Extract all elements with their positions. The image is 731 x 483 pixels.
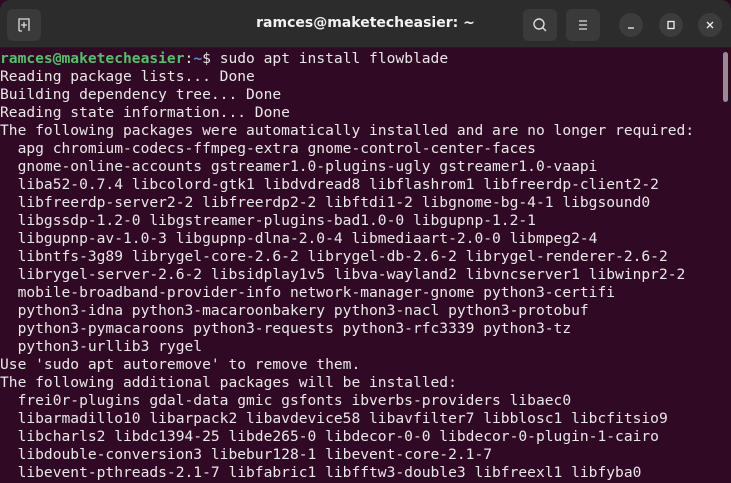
title-bar: ramces@maketecheasier: ~: [0, 0, 731, 48]
minimize-button[interactable]: [619, 13, 643, 37]
output-line: libdouble-conversion3 libebur128-1 libev…: [0, 446, 493, 463]
close-button[interactable]: [698, 13, 722, 37]
output-line: frei0r-plugins gdal-data gmic gsfonts ib…: [0, 392, 572, 409]
maximize-icon: [667, 20, 675, 30]
output-line: mobile-broadband-provider-info network-m…: [0, 284, 616, 301]
minimize-icon: [628, 27, 634, 29]
output-line: Use 'sudo apt autoremove' to remove them…: [0, 356, 361, 373]
output-line: Reading package lists... Done: [0, 68, 255, 85]
output-line: libcharls2 libdc1394-25 libde265-0 libde…: [0, 428, 659, 445]
terminal-window: ramces@maketecheasier: ~ ramces@maketech…: [0, 0, 731, 483]
prompt-line: ramces@maketecheasier:~$ sudo apt instal…: [0, 50, 720, 68]
output-line: libevent-pthreads-2.1-7 libfabric1 libff…: [0, 464, 642, 481]
output-line: python3-urllib3 rygel: [0, 338, 203, 355]
output-line: liba52-0.7.4 libcolord-gtk1 libdvdread8 …: [0, 176, 659, 193]
maximize-button[interactable]: [659, 13, 683, 37]
output-line: python3-idna python3-macaroonbakery pyth…: [0, 302, 589, 319]
output-line: libfreerdp-server2-2 libfreerdp2-2 libft…: [0, 194, 651, 211]
output-line: apg chromium-codecs-ffmpeg-extra gnome-c…: [0, 140, 536, 157]
output-line: python3-pymacaroons python3-requests pyt…: [0, 320, 572, 337]
hamburger-icon: [579, 20, 587, 30]
menu-button[interactable]: [566, 9, 600, 41]
close-icon: [706, 21, 714, 29]
output-line: libarmadillo10 libarpack2 libavdevice58 …: [0, 410, 668, 427]
terminal-output[interactable]: ramces@maketecheasier:~$ sudo apt instal…: [0, 50, 720, 482]
search-button[interactable]: [523, 9, 557, 41]
output-line: libgssdp-1.2-0 libgstreamer-plugins-bad1…: [0, 212, 536, 229]
prompt-path: ~: [193, 50, 203, 67]
command-text: sudo apt install flowblade: [219, 50, 449, 67]
prompt-user: ramces@maketecheasier: [0, 50, 185, 67]
prompt-symbol: $: [202, 50, 220, 67]
output-line: Reading state information... Done: [0, 104, 290, 121]
output-line: libntfs-3g89 librygel-core-2.6-2 libryge…: [0, 248, 668, 265]
output-line: librygel-server-2.6-2 libsidplay1v5 libv…: [0, 266, 686, 283]
search-icon: [533, 18, 547, 32]
output-line: gnome-online-accounts gstreamer1.0-plugi…: [0, 158, 598, 175]
output-line: Building dependency tree... Done: [0, 86, 282, 103]
output-line: The following packages were automaticall…: [0, 122, 695, 139]
scrollbar[interactable]: [723, 52, 728, 102]
output-line: libgupnp-av-1.0-3 libgupnp-dlna-2.0-4 li…: [0, 230, 598, 247]
prompt-separator: :: [184, 50, 194, 67]
output-line: The following additional packages will b…: [0, 374, 457, 391]
